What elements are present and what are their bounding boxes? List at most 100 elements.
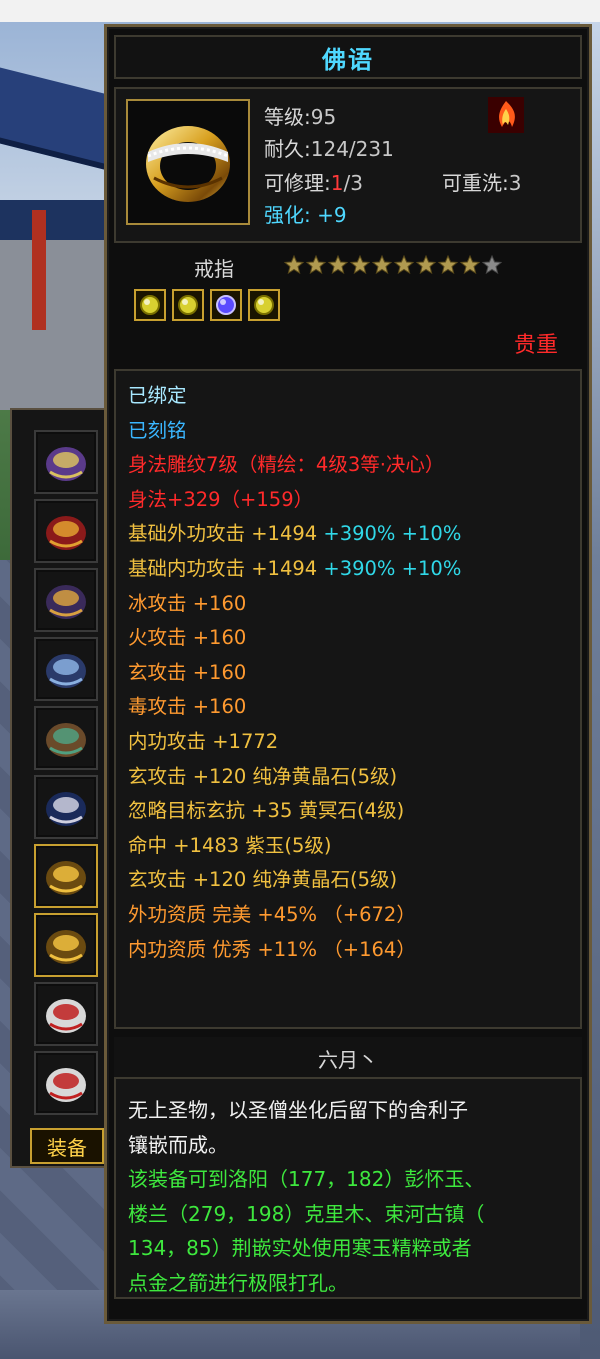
item-info-pane: 等级:95 耐久:124/231 可修理:1/3 可重洗:3 强化: +9	[114, 87, 582, 243]
hint-line: 134，85）荆嵌实处使用寒玉精粹或者	[128, 1236, 472, 1260]
item-tooltip: 佛语 等级:95 耐久:124/231 可修理:1/3 可重洗:3 强化: +9…	[104, 24, 592, 1324]
attribute-line: 忽略目标玄抗 +35 黄冥石(4级)	[128, 794, 580, 829]
attribute-line: 玄攻击 +160	[128, 656, 580, 691]
attribute-bonus: +390%	[317, 556, 396, 580]
item-icon-frame	[126, 99, 250, 225]
attribute-text: 已绑定	[128, 384, 187, 407]
ring-icon	[38, 848, 94, 904]
star-filled-icon	[328, 255, 348, 275]
attribute-bonus: +390%	[317, 522, 396, 546]
gauntlet-icon	[38, 641, 94, 697]
lore-line: 镶嵌而成。	[128, 1132, 228, 1157]
attribute-text: 毒攻击 +160	[128, 695, 247, 719]
repair-label: 可修理:	[264, 171, 331, 195]
equipment-slot[interactable]	[34, 982, 98, 1046]
attribute-line: 内功资质 优秀 +11% （+164）	[128, 933, 580, 968]
yellow-gem-icon[interactable]	[248, 289, 280, 321]
attribute-line: 内功攻击 +1772	[128, 725, 580, 760]
attribute-line: 玄攻击 +120 纯净黄晶石(5级)	[128, 863, 580, 898]
attribute-line: 外功资质 完美 +45% （+672）	[128, 898, 580, 933]
level-label: 等级:	[264, 105, 311, 129]
building-roof-lower	[0, 200, 110, 240]
attribute-text: 忽略目标玄抗 +35 黄冥石(4级)	[128, 799, 405, 823]
star-filled-icon	[460, 255, 480, 275]
equipment-sidebar	[10, 408, 110, 1168]
refine-stat: 强化: +9	[264, 199, 347, 228]
refine-value: +9	[317, 203, 347, 227]
equipment-tab[interactable]: 装备	[30, 1128, 104, 1164]
equipment-slot[interactable]	[34, 430, 98, 494]
attribute-text: 火攻击 +160	[128, 626, 247, 650]
level-value: 95	[310, 105, 337, 129]
purple-gem-icon[interactable]	[210, 289, 242, 321]
maker-name: 六月丶	[318, 1047, 378, 1072]
equipment-slot[interactable]	[34, 1051, 98, 1115]
attribute-text: 玄攻击 +160	[128, 660, 247, 684]
star-empty-icon	[482, 255, 502, 275]
attribute-line: 冰攻击 +160	[128, 587, 580, 622]
attribute-line: 玄攻击 +120 纯净黄晶石(5级)	[128, 760, 580, 795]
attribute-bonus: +10%	[395, 522, 462, 546]
charm-icon	[38, 986, 94, 1042]
attribute-line: 火攻击 +160	[128, 621, 580, 656]
attribute-line: 身法+329（+159）	[128, 483, 580, 518]
durability-stat: 耐久:124/231	[264, 133, 394, 162]
repair-stat: 可修理:1/3	[264, 167, 363, 196]
equipment-slot[interactable]	[34, 913, 98, 977]
hint-line: 点金之箭进行极限打孔。	[128, 1270, 348, 1295]
attribute-line: 已绑定	[128, 379, 580, 414]
attribute-text: 基础内功攻击 +1494	[128, 556, 318, 580]
star-filled-icon	[350, 255, 370, 275]
belt-icon	[38, 710, 94, 766]
attribute-line: 基础内功攻击 +1494 +390% +10%	[128, 552, 580, 587]
level-stat: 等级:95	[264, 101, 336, 130]
star-filled-icon	[372, 255, 392, 275]
attribute-bonus: +10%	[395, 556, 462, 580]
ring-icon	[146, 126, 230, 202]
attribute-line: 身法雕纹7级（精绘：4级3等·决心）	[128, 448, 580, 483]
rewash-value: 3	[508, 171, 522, 195]
attribute-text: 冰攻击 +160	[128, 591, 247, 615]
attribute-text: 命中 +1483 紫玉(5级)	[128, 833, 332, 857]
star-filled-icon	[416, 255, 436, 275]
equipment-slot[interactable]	[34, 637, 98, 701]
equipment-slot[interactable]	[34, 775, 98, 839]
star-filled-icon	[306, 255, 326, 275]
yellow-gem-icon[interactable]	[134, 289, 166, 321]
attribute-line: 基础外功攻击 +1494 +390% +10%	[128, 517, 580, 552]
equipment-slot[interactable]	[34, 568, 98, 632]
attribute-text: 玄攻击 +120 纯净黄晶石(5级)	[128, 868, 398, 892]
attribute-text: 外功资质 完美 +45% （+672）	[128, 902, 416, 926]
attribute-line: 毒攻击 +160	[128, 690, 580, 725]
attribute-text: 内功攻击 +1772	[128, 729, 279, 753]
tooltip-title-bar: 佛语	[114, 35, 582, 79]
rewash-label: 可重洗:	[442, 171, 509, 195]
rewash-stat: 可重洗:3	[442, 167, 521, 196]
attribute-text: 身法雕纹7级（精绘：4级3等·决心）	[128, 453, 445, 477]
maker-bar: 六月丶	[114, 1037, 582, 1079]
hint-line: 该装备可到洛阳（177，182）彭怀玉、	[128, 1167, 485, 1191]
attribute-line: 命中 +1483 紫玉(5级)	[128, 829, 580, 864]
gem-shape	[140, 295, 160, 315]
ring-icon	[38, 917, 94, 973]
attribute-text: 基础外功攻击 +1494	[128, 522, 318, 546]
yellow-gem-icon[interactable]	[172, 289, 204, 321]
attribute-line: 已刻铭	[128, 414, 580, 449]
attribute-text: 玄攻击 +120 纯净黄晶石(5级)	[128, 764, 398, 788]
equipment-slot[interactable]	[34, 844, 98, 908]
equipment-slot[interactable]	[34, 706, 98, 770]
amulet-scroll-icon	[38, 503, 94, 559]
star-filled-icon	[284, 255, 304, 275]
gem-shape	[254, 295, 274, 315]
star-rating	[284, 255, 502, 275]
equipment-slot[interactable]	[34, 499, 98, 563]
necklace-icon	[38, 434, 94, 490]
boots-icon	[38, 779, 94, 835]
flame-emblem-icon	[488, 97, 524, 133]
gem-sockets	[134, 289, 280, 321]
top-strip	[0, 0, 600, 22]
attribute-list: 已绑定 已刻铭 身法雕纹7级（精绘：4级3等·决心） 身法+329（+159） 基础外功…	[114, 369, 582, 1029]
lore-line: 无上圣物，以圣僧坐化后留下的舍利子	[128, 1098, 468, 1122]
rarity-label: 贵重	[513, 333, 558, 358]
star-filled-icon	[394, 255, 414, 275]
